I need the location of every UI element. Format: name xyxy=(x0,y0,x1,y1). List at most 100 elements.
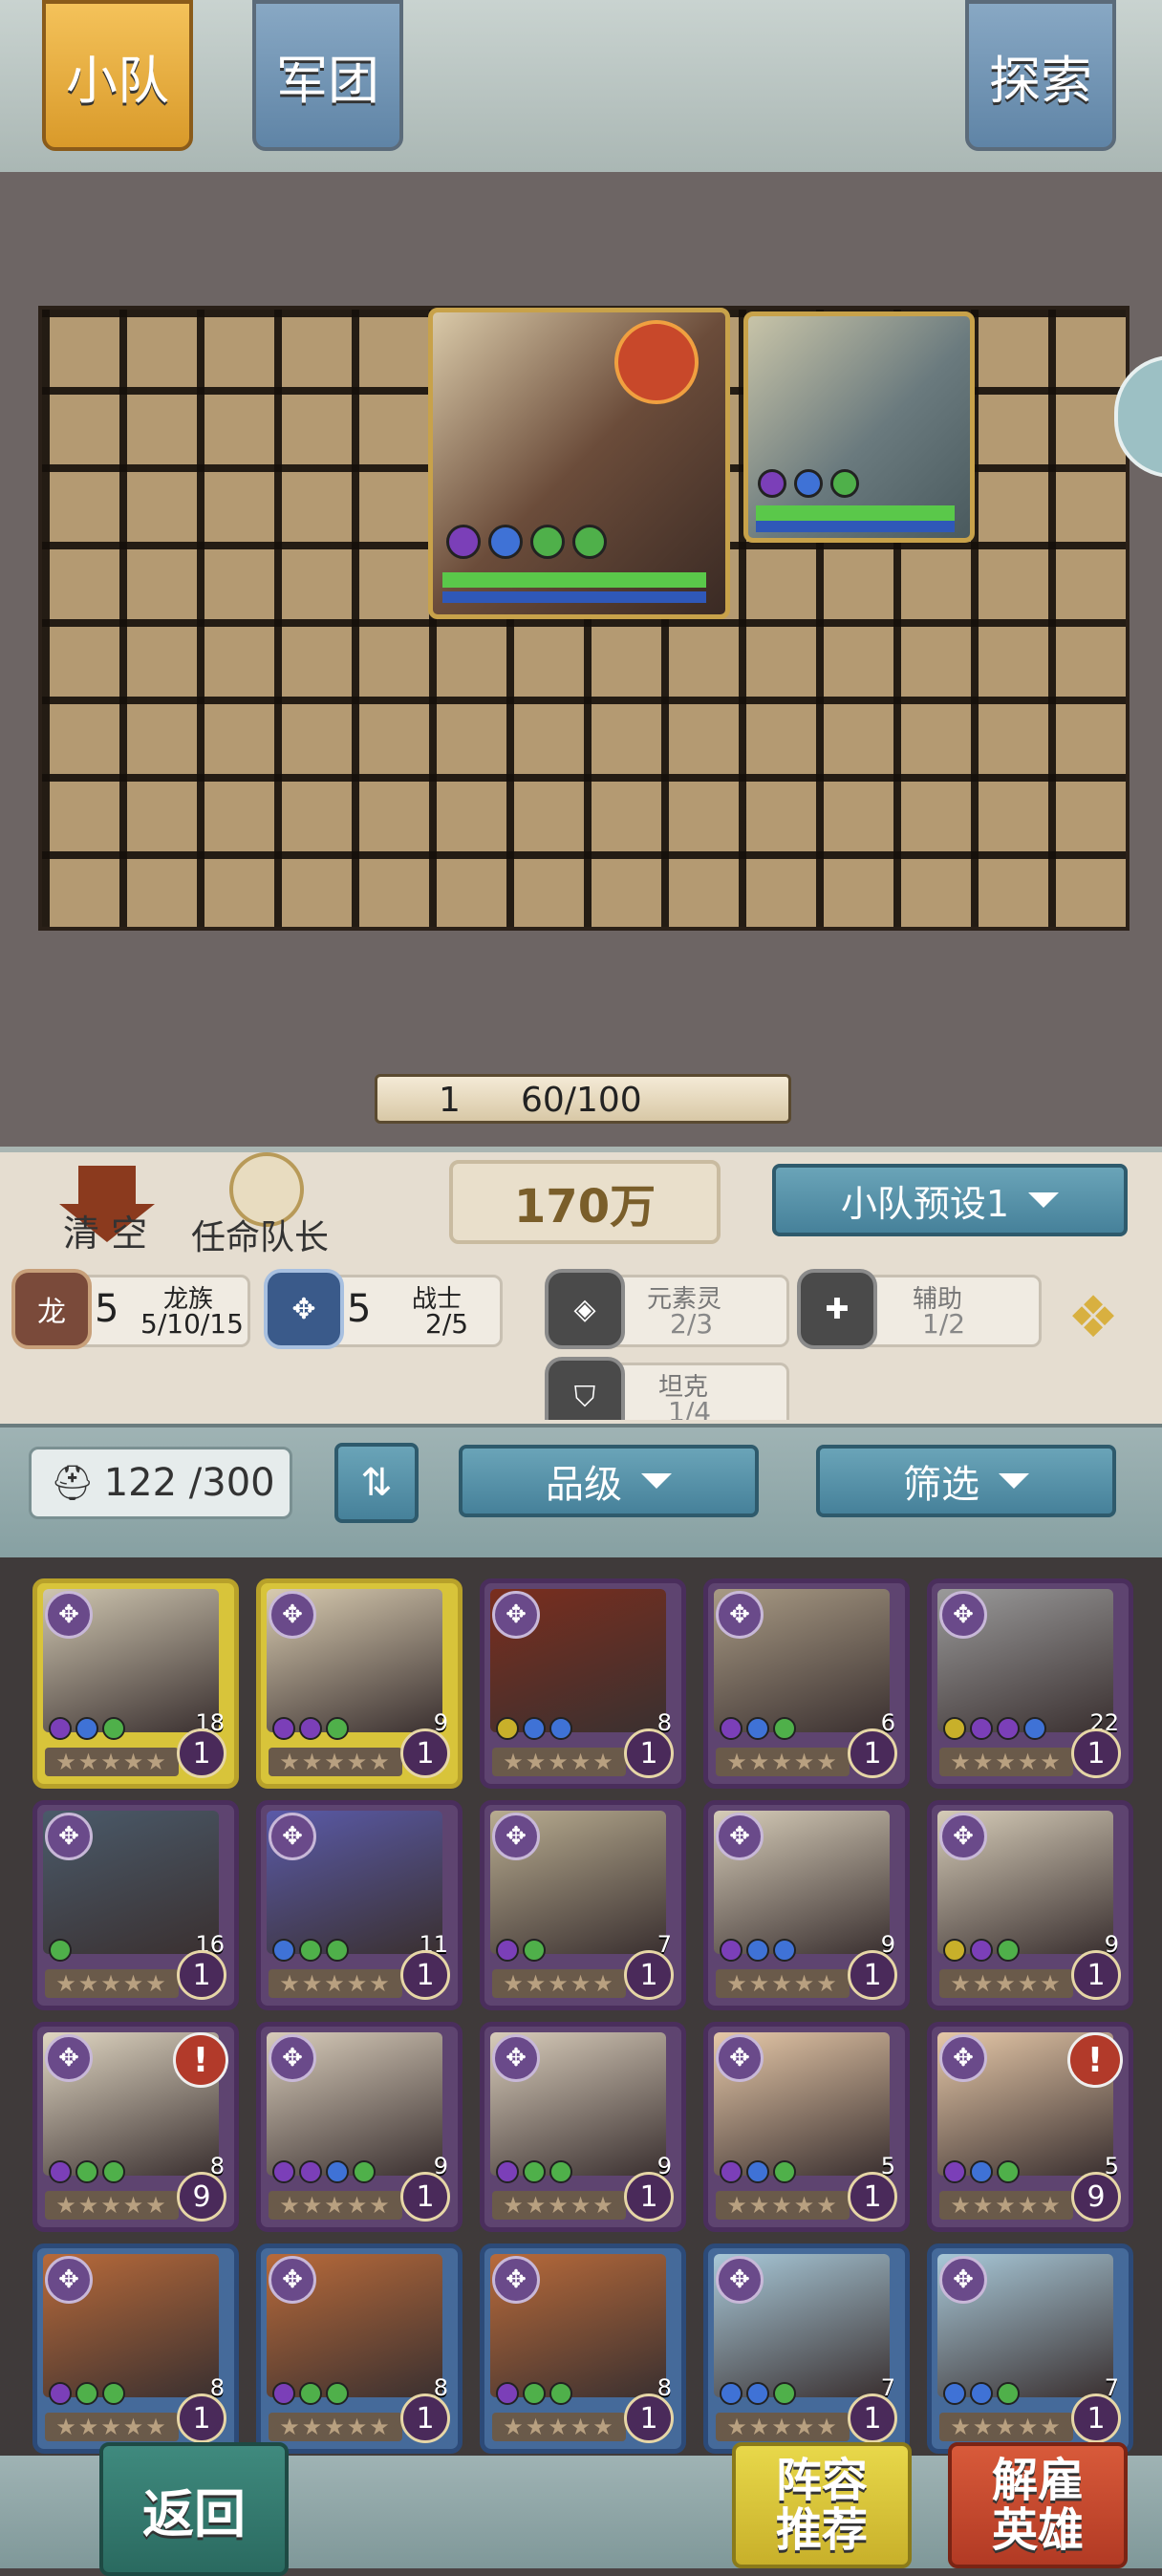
star-rating-icon: ★★★★★ xyxy=(939,2413,1073,2441)
element-dot xyxy=(549,2382,572,2405)
synergy-tiers: 5/10/15 xyxy=(140,1308,244,1340)
appoint-captain-button[interactable]: 任命队长 xyxy=(191,1152,334,1257)
hero-card[interactable]: ✥ 8 ★★★★★ 9! xyxy=(32,2022,239,2232)
element-dot xyxy=(746,2160,769,2183)
hp-bar xyxy=(756,505,955,521)
hero-element-dots xyxy=(496,1939,546,1962)
filter-dropdown[interactable]: 筛选 xyxy=(816,1445,1116,1517)
hero-card[interactable]: ✥ 5 ★★★★★ 1 xyxy=(703,2022,910,2232)
hero-class-icon: ✥ xyxy=(492,2256,540,2304)
hero-class-icon: ✥ xyxy=(45,1813,93,1860)
hero-level-badge: 1 xyxy=(848,1950,897,2000)
hero-card[interactable]: ✥ 8 ★★★★★ 1 xyxy=(480,2243,686,2454)
element-dot xyxy=(102,2382,125,2405)
tab-explore[interactable]: 探索 xyxy=(965,0,1116,151)
star-rating-icon: ★★★★★ xyxy=(716,1748,850,1776)
back-button[interactable]: 返回 xyxy=(99,2442,289,2576)
clear-label: 清 空 xyxy=(63,1213,148,1255)
hero-card[interactable]: ✥ 8 ★★★★★ 1 xyxy=(256,2243,463,2454)
star-rating-icon: ★★★★★ xyxy=(492,1969,626,1998)
hero-element-dots xyxy=(943,2160,1020,2183)
element-dot xyxy=(496,1717,519,1740)
element-dot xyxy=(49,1939,72,1962)
star-rating-icon: ★★★★★ xyxy=(716,1969,850,1998)
tab-squad[interactable]: 小队 xyxy=(42,0,193,151)
clear-button[interactable]: 清 空 xyxy=(59,1166,174,1261)
hero-card[interactable]: ✥ 16 ★★★★★ 1 xyxy=(32,1800,239,2010)
hero-card[interactable]: ✥ 7 ★★★★★ 1 xyxy=(703,2243,910,2454)
hero-card[interactable]: ✥ 5 ★★★★★ 9! xyxy=(927,2022,1133,2232)
hero-level-badge: 1 xyxy=(177,1728,226,1778)
board-unit-dragon[interactable] xyxy=(428,308,730,619)
element-dot xyxy=(830,469,859,498)
synergy-tiers: 2/5 xyxy=(425,1308,469,1340)
star-rating-icon: ★★★★★ xyxy=(269,1748,402,1776)
hero-element-dots xyxy=(496,2382,572,2405)
element-dot xyxy=(720,1939,742,1962)
hero-card[interactable]: ✥ 8 ★★★★★ 1 xyxy=(32,2243,239,2454)
squad-preset-dropdown[interactable]: 小队预设1 xyxy=(772,1164,1128,1236)
element-dot xyxy=(773,1717,796,1740)
hero-card[interactable]: ✥ 8 ★★★★★ 1 xyxy=(480,1578,686,1789)
hero-level-badge: 9 xyxy=(1071,2172,1121,2222)
hero-card[interactable]: ✥ 9 ★★★★★ 1 xyxy=(256,2022,463,2232)
star-rating-icon: ★★★★★ xyxy=(269,2413,402,2441)
synergy-tiers: 2/3 xyxy=(670,1308,714,1340)
synergy-tiers: 1/2 xyxy=(922,1308,966,1340)
grade-dropdown[interactable]: 品级 xyxy=(459,1445,759,1517)
hero-card[interactable]: ✥ 7 ★★★★★ 1 xyxy=(927,2243,1133,2454)
synergy-row-2: 坦克 1/4 ⛉ xyxy=(0,1353,1162,1420)
hero-class-icon: ✥ xyxy=(716,2256,764,2304)
hero-card[interactable]: ✥ 9 ★★★★★ 1 xyxy=(927,1800,1133,2010)
element-dot xyxy=(496,2382,519,2405)
hero-card[interactable]: ✥ 9 ★★★★★ 1 xyxy=(480,2022,686,2232)
element-dot xyxy=(720,1717,742,1740)
element-dot xyxy=(326,1939,349,1962)
element-dot xyxy=(446,525,481,559)
hero-card[interactable]: ✥ 6 ★★★★★ 1 xyxy=(703,1578,910,1789)
hero-card[interactable]: ✥ 11 ★★★★★ 1 xyxy=(256,1800,463,2010)
hero-element-dots xyxy=(943,2382,1020,2405)
hero-level-badge: 9 xyxy=(177,2172,226,2222)
hero-class-icon: ✥ xyxy=(45,1591,93,1639)
dismiss-hero-button[interactable]: 解雇英雄 xyxy=(948,2442,1128,2568)
element-dot xyxy=(272,1939,295,1962)
expand-synergies-icon[interactable]: ❖ xyxy=(1055,1284,1131,1351)
hero-card[interactable]: ✥ 9 ★★★★★ 1 xyxy=(256,1578,463,1789)
board-unit-golem[interactable] xyxy=(743,311,975,543)
element-dot xyxy=(299,1717,322,1740)
hero-card[interactable]: ✥ 18 ★★★★★ 1 xyxy=(32,1578,239,1789)
star-rating-icon: ★★★★★ xyxy=(939,1748,1073,1776)
star-rating-icon: ★★★★★ xyxy=(939,1969,1073,1998)
unit-element-dots xyxy=(758,469,859,498)
hero-element-dots xyxy=(272,2382,349,2405)
hero-card[interactable]: ✥ 7 ★★★★★ 1 xyxy=(480,1800,686,2010)
back-label: 返回 xyxy=(142,2483,246,2544)
down-arrow-icon xyxy=(78,1166,136,1204)
sort-order-button[interactable]: ⇅ xyxy=(334,1443,419,1523)
hero-level-badge: 1 xyxy=(1071,2394,1121,2443)
star-rating-icon: ★★★★★ xyxy=(492,2413,626,2441)
shield-icon: ⛉ xyxy=(545,1357,625,1420)
element-dot xyxy=(523,1717,546,1740)
lineup-recommend-label: 阵容推荐 xyxy=(775,2454,868,2557)
star-rating-icon: ★★★★★ xyxy=(269,2191,402,2220)
squad-progress-bar: 1 60/100 xyxy=(375,1074,791,1124)
element-dot xyxy=(970,2160,993,2183)
element-dot xyxy=(794,469,823,498)
hero-element-dots xyxy=(496,2160,572,2183)
star-rating-icon: ★★★★★ xyxy=(716,2413,850,2441)
hero-class-icon: ✥ xyxy=(492,2034,540,2082)
hero-card[interactable]: ✥ 9 ★★★★★ 1 xyxy=(703,1800,910,2010)
element-dot xyxy=(49,2382,72,2405)
hero-element-dots xyxy=(720,2382,796,2405)
hero-card[interactable]: ✥ 22 ★★★★★ 1 xyxy=(927,1578,1133,1789)
tab-legion[interactable]: 军团 xyxy=(252,0,403,151)
dragon-class-icon: 龙 xyxy=(11,1269,92,1349)
hero-class-icon: ✥ xyxy=(939,1813,987,1860)
lineup-recommend-button[interactable]: 阵容推荐 xyxy=(732,2442,912,2568)
star-rating-icon: ★★★★★ xyxy=(716,2191,850,2220)
hero-element-dots xyxy=(272,2160,376,2183)
hero-class-icon: ✥ xyxy=(716,2034,764,2082)
hero-element-dots xyxy=(49,2160,125,2183)
